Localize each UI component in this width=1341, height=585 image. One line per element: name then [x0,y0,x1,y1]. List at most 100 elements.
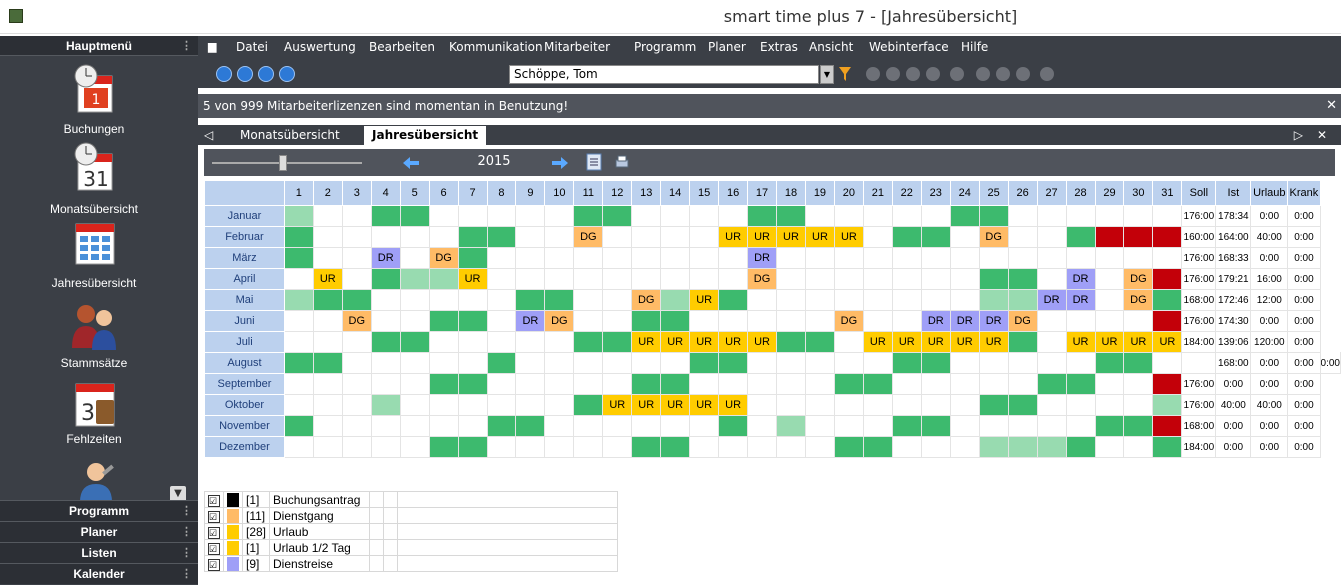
day-cell[interactable] [283,415,314,437]
legend-checkbox[interactable]: ☑ [204,539,224,556]
day-cell[interactable] [1094,436,1125,458]
day-cell[interactable] [428,310,459,332]
day-cell[interactable] [602,415,633,437]
day-cell[interactable] [573,289,604,311]
day-cell[interactable] [1152,394,1183,416]
day-cell[interactable] [486,352,517,374]
day-cell[interactable] [660,373,691,395]
day-cell[interactable] [370,352,401,374]
menu-auswertung[interactable]: Auswertung [284,40,356,54]
day-cell[interactable] [341,268,372,290]
day-cell[interactable] [1007,289,1038,311]
day-cell[interactable] [689,205,720,227]
day-cell[interactable] [920,352,951,374]
day-cell[interactable] [428,226,459,248]
day-cell[interactable] [891,394,922,416]
day-cell[interactable] [283,268,314,290]
day-cell[interactable] [399,373,430,395]
day-cell[interactable] [1036,310,1067,332]
day-cell[interactable]: DG [978,226,1009,248]
day-cell[interactable]: UR [631,331,662,353]
day-cell[interactable] [776,352,806,374]
day-cell[interactable] [718,373,749,395]
day-cell[interactable] [1065,310,1096,332]
day-cell[interactable] [341,394,372,416]
day-cell[interactable] [920,415,951,437]
day-cell[interactable] [660,310,691,332]
day-cell[interactable] [312,373,343,395]
day-cell[interactable] [428,394,459,416]
close-tab-icon[interactable]: ✕ [1309,126,1335,145]
day-cell[interactable] [515,289,546,311]
day-cell[interactable] [602,352,633,374]
day-cell[interactable] [486,289,517,311]
day-cell[interactable] [862,247,893,269]
search-person-icon[interactable] [1016,67,1030,81]
day-cell[interactable] [1123,373,1154,395]
day-cell[interactable] [631,226,662,248]
day-cell[interactable] [1152,226,1183,248]
day-cell[interactable] [747,436,778,458]
day-cell[interactable] [486,205,517,227]
day-cell[interactable] [428,268,459,290]
day-cell[interactable] [486,415,517,437]
day-cell[interactable]: DG [341,310,372,332]
day-cell[interactable] [920,205,951,227]
day-cell[interactable] [1036,268,1067,290]
next-record-icon[interactable] [258,66,274,82]
menu-planer[interactable]: Planer [708,40,746,54]
day-cell[interactable] [1123,352,1154,374]
nav-last-icon[interactable] [926,67,940,81]
day-cell[interactable] [515,226,546,248]
day-cell[interactable] [283,205,314,227]
day-cell[interactable]: DG [1123,289,1154,311]
day-cell[interactable] [804,310,835,332]
day-cell[interactable] [978,373,1009,395]
day-cell[interactable] [776,268,806,290]
day-cell[interactable] [544,226,575,248]
day-cell[interactable] [283,289,314,311]
day-cell[interactable] [428,373,459,395]
day-cell[interactable]: DG [428,247,459,269]
day-cell[interactable] [457,310,488,332]
day-cell[interactable] [833,268,864,290]
day-cell[interactable]: UR [776,226,806,248]
day-cell[interactable] [1007,436,1038,458]
day-cell[interactable]: UR [891,331,922,353]
refresh-icon[interactable] [950,67,964,81]
day-cell[interactable] [428,436,459,458]
day-cell[interactable] [312,289,343,311]
day-cell[interactable] [804,268,835,290]
day-cell[interactable] [341,352,372,374]
day-cell[interactable]: DG [747,268,778,290]
day-cell[interactable] [1152,247,1183,269]
day-cell[interactable]: UR [718,226,749,248]
day-cell[interactable] [949,352,980,374]
day-cell[interactable] [718,352,749,374]
day-cell[interactable] [312,394,343,416]
menu-ansicht[interactable]: Ansicht [809,40,853,54]
day-cell[interactable]: UR [689,394,720,416]
close-icon[interactable]: ✕ [1326,94,1337,118]
day-cell[interactable]: UR [862,331,893,353]
day-cell[interactable] [457,373,488,395]
day-cell[interactable] [486,394,517,416]
day-cell[interactable] [862,226,893,248]
day-cell[interactable] [1123,415,1154,437]
day-cell[interactable] [370,289,401,311]
day-cell[interactable]: DR [978,310,1009,332]
employee-select[interactable]: Schöppe, Tom [509,65,819,84]
day-cell[interactable] [949,436,980,458]
day-cell[interactable] [399,415,430,437]
menu-extras[interactable]: Extras [760,40,798,54]
menu-hilfe[interactable]: Hilfe [961,40,988,54]
day-cell[interactable] [602,373,633,395]
day-cell[interactable] [428,205,459,227]
day-cell[interactable] [457,352,488,374]
day-cell[interactable] [1065,415,1096,437]
day-cell[interactable] [283,352,314,374]
day-cell[interactable] [399,436,430,458]
export-icon[interactable] [1040,67,1054,81]
day-cell[interactable] [544,331,575,353]
day-cell[interactable] [399,331,430,353]
